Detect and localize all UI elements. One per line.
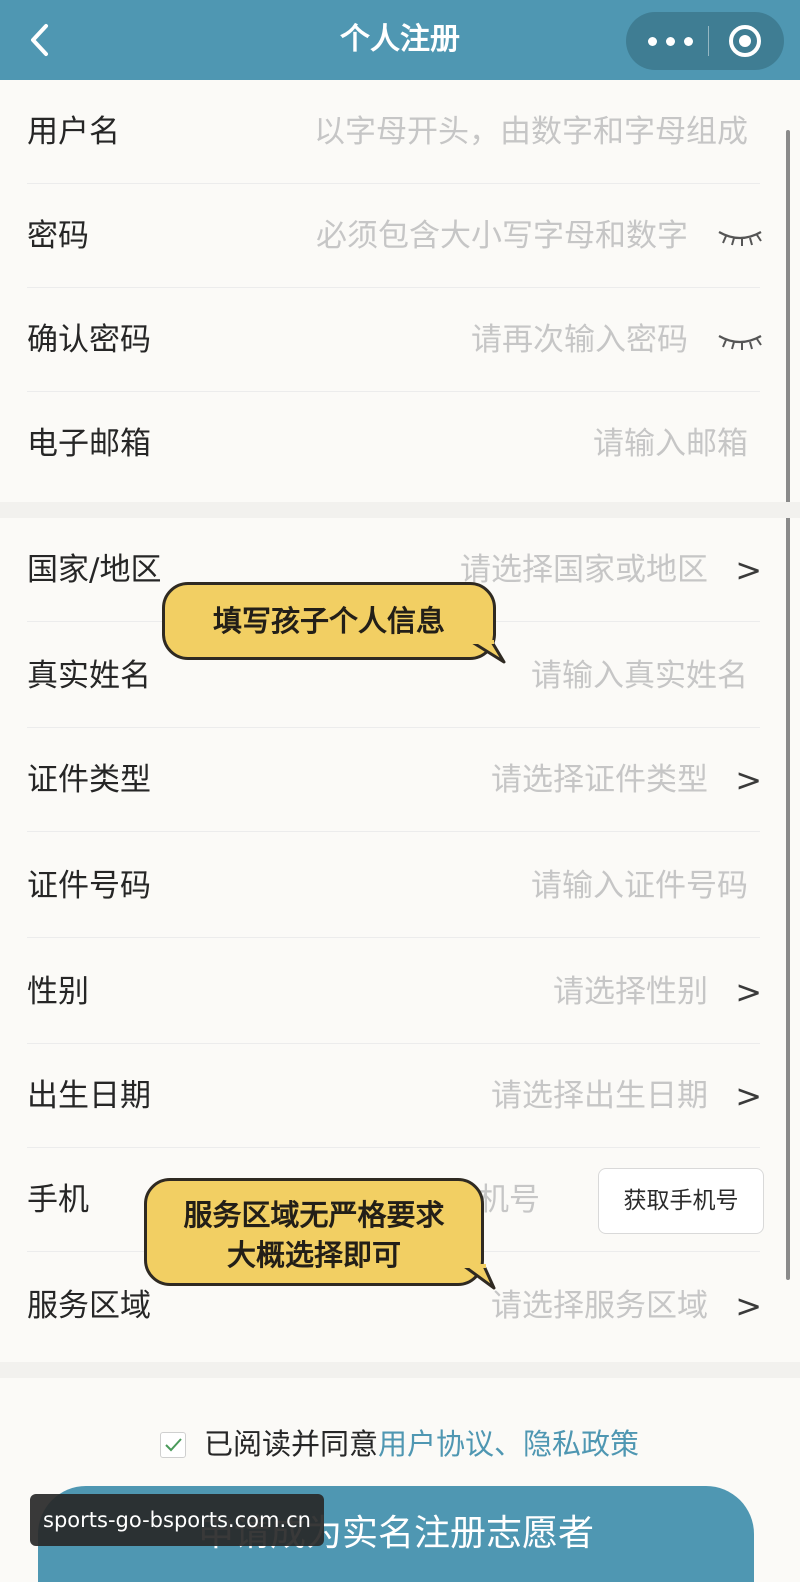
service-area-label: 服务区域 [27, 1288, 151, 1324]
country-label: 国家/地区 [27, 552, 162, 588]
id-number-input[interactable]: 请输入证件号码 [531, 834, 748, 938]
scrollbar[interactable] [786, 130, 790, 1280]
gender-select[interactable]: 请选择性别 [553, 940, 708, 1044]
phone-label: 手机 [27, 1182, 89, 1218]
chevron-right-icon: > [735, 551, 762, 589]
real-name-label: 真实姓名 [27, 658, 151, 694]
tip-bubble-personal-info: 填写孩子个人信息 [162, 582, 496, 660]
id-number-label: 证件号码 [27, 868, 151, 904]
tip-line-2: 大概选择即可 [226, 1238, 401, 1272]
bubble-tail [470, 640, 506, 664]
user-agreement-link[interactable]: 用户协议 [378, 1427, 494, 1461]
id-type-select[interactable]: 请选择证件类型 [491, 728, 708, 832]
check-icon [165, 1438, 182, 1452]
agreement-checkbox[interactable] [160, 1432, 186, 1458]
close-icon-dot [739, 35, 751, 47]
section-gap [0, 1362, 800, 1378]
miniprogram-capsule [626, 12, 784, 70]
section-gap [0, 502, 800, 518]
id-type-label: 证件类型 [27, 762, 151, 798]
service-area-select[interactable]: 请选择服务区域 [491, 1254, 708, 1358]
email-row[interactable]: 电子邮箱 请输入邮箱 [0, 392, 780, 496]
eye-closed-icon[interactable] [716, 224, 764, 248]
username-input[interactable]: 以字母开头，由数字和字母组成 [314, 80, 748, 184]
id-type-row[interactable]: 证件类型 请选择证件类型 > [0, 728, 780, 832]
chevron-right-icon: > [735, 1077, 762, 1115]
birth-date-row[interactable]: 出生日期 请选择出生日期 > [0, 1044, 780, 1148]
privacy-policy-link[interactable]: 隐私政策 [523, 1427, 639, 1461]
agreement-separator: 、 [494, 1427, 524, 1461]
username-row[interactable]: 用户名 以字母开头，由数字和字母组成 [0, 80, 780, 184]
capsule-divider [708, 26, 709, 56]
phone-input[interactable]: 机号 [478, 1148, 540, 1252]
agreement-text: 已阅读并同意用户协议、隐私政策 [204, 1422, 639, 1466]
more-button[interactable] [642, 12, 700, 70]
more-dots-icon [648, 37, 657, 46]
agreement-prefix: 已阅读并同意 [204, 1427, 379, 1461]
username-label: 用户名 [27, 114, 120, 150]
country-select[interactable]: 请选择国家或地区 [460, 518, 708, 622]
real-name-input[interactable]: 请输入真实姓名 [531, 624, 748, 728]
email-input[interactable]: 请输入邮箱 [593, 392, 748, 496]
password-input[interactable]: 必须包含大小写字母和数字 [316, 184, 688, 288]
chevron-right-icon: > [735, 1287, 762, 1325]
more-dots-icon [684, 37, 693, 46]
get-phone-number-button[interactable]: 获取手机号 [598, 1168, 764, 1234]
divider [27, 831, 760, 832]
birth-date-select[interactable]: 请选择出生日期 [491, 1044, 708, 1148]
email-label: 电子邮箱 [27, 426, 151, 462]
birth-date-label: 出生日期 [27, 1078, 151, 1114]
confirm-password-label: 确认密码 [27, 322, 151, 358]
password-row[interactable]: 密码 必须包含大小写字母和数字 [0, 184, 780, 288]
bubble-tail [462, 1264, 496, 1290]
chevron-right-icon: > [735, 973, 762, 1011]
miniprogram-close-button[interactable] [726, 22, 764, 60]
eye-closed-icon[interactable] [716, 328, 764, 352]
chevron-right-icon: > [735, 761, 762, 799]
confirm-password-input[interactable]: 请再次输入密码 [471, 288, 688, 392]
more-dots-icon [666, 37, 675, 46]
watermark: sports-go-bsports.com.cn [30, 1494, 324, 1546]
tip-line-1: 服务区域无严格要求 [183, 1198, 445, 1232]
tip-bubble-service-area: 服务区域无严格要求 大概选择即可 [144, 1178, 484, 1286]
gender-label: 性别 [27, 974, 89, 1010]
id-number-row[interactable]: 证件号码 请输入证件号码 [0, 834, 780, 938]
agreement-row: 已阅读并同意用户协议、隐私政策 [160, 1422, 680, 1466]
nav-bar: 个人注册 [0, 0, 800, 80]
gender-row[interactable]: 性别 请选择性别 > [0, 940, 780, 1044]
divider [27, 937, 760, 938]
password-label: 密码 [27, 218, 89, 254]
confirm-password-row[interactable]: 确认密码 请再次输入密码 [0, 288, 780, 392]
